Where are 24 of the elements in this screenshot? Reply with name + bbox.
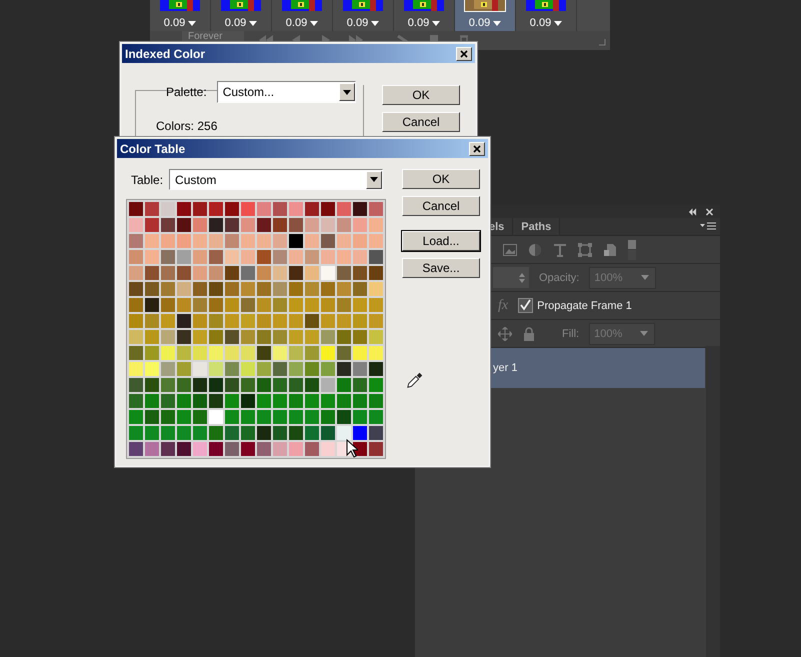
fill-label: Fill: — [562, 328, 580, 340]
palette-dropdown[interactable]: Custom... — [216, 81, 356, 103]
frame-delay[interactable]: 0.09 — [346, 17, 368, 29]
opacity-label: Opacity: — [539, 272, 580, 284]
dialog-button[interactable]: Load... — [402, 231, 480, 251]
frame-delay[interactable]: 0.09 — [468, 17, 490, 29]
window-title: Color Table — [120, 142, 186, 156]
propagate-label: Propagate Frame 1 — [537, 300, 632, 312]
table-label: Table: — [131, 172, 164, 186]
dialog-button[interactable]: Save... — [402, 258, 480, 278]
dialog-button[interactable]: OK — [382, 85, 460, 105]
palette-label: Palette: — [166, 85, 207, 99]
animation-frame[interactable]: 0.09 — [455, 0, 516, 31]
colors-count: Colors: 256 — [156, 119, 218, 133]
frame-delay[interactable]: 0.09 — [408, 17, 430, 29]
frame-delay[interactable]: 0.09 — [224, 17, 246, 29]
dialog-button[interactable]: Cancel — [402, 196, 480, 216]
window-title: Indexed Color — [125, 46, 206, 60]
frame-delay[interactable]: 0.09 — [530, 17, 552, 29]
table-dropdown[interactable]: Custom — [169, 169, 384, 190]
frame-delay[interactable]: 0.09 — [286, 17, 308, 29]
dialog-button[interactable]: OK — [402, 169, 480, 189]
dialog-button[interactable]: Cancel — [382, 112, 460, 132]
frame-delay[interactable]: 0.09 — [164, 17, 186, 29]
